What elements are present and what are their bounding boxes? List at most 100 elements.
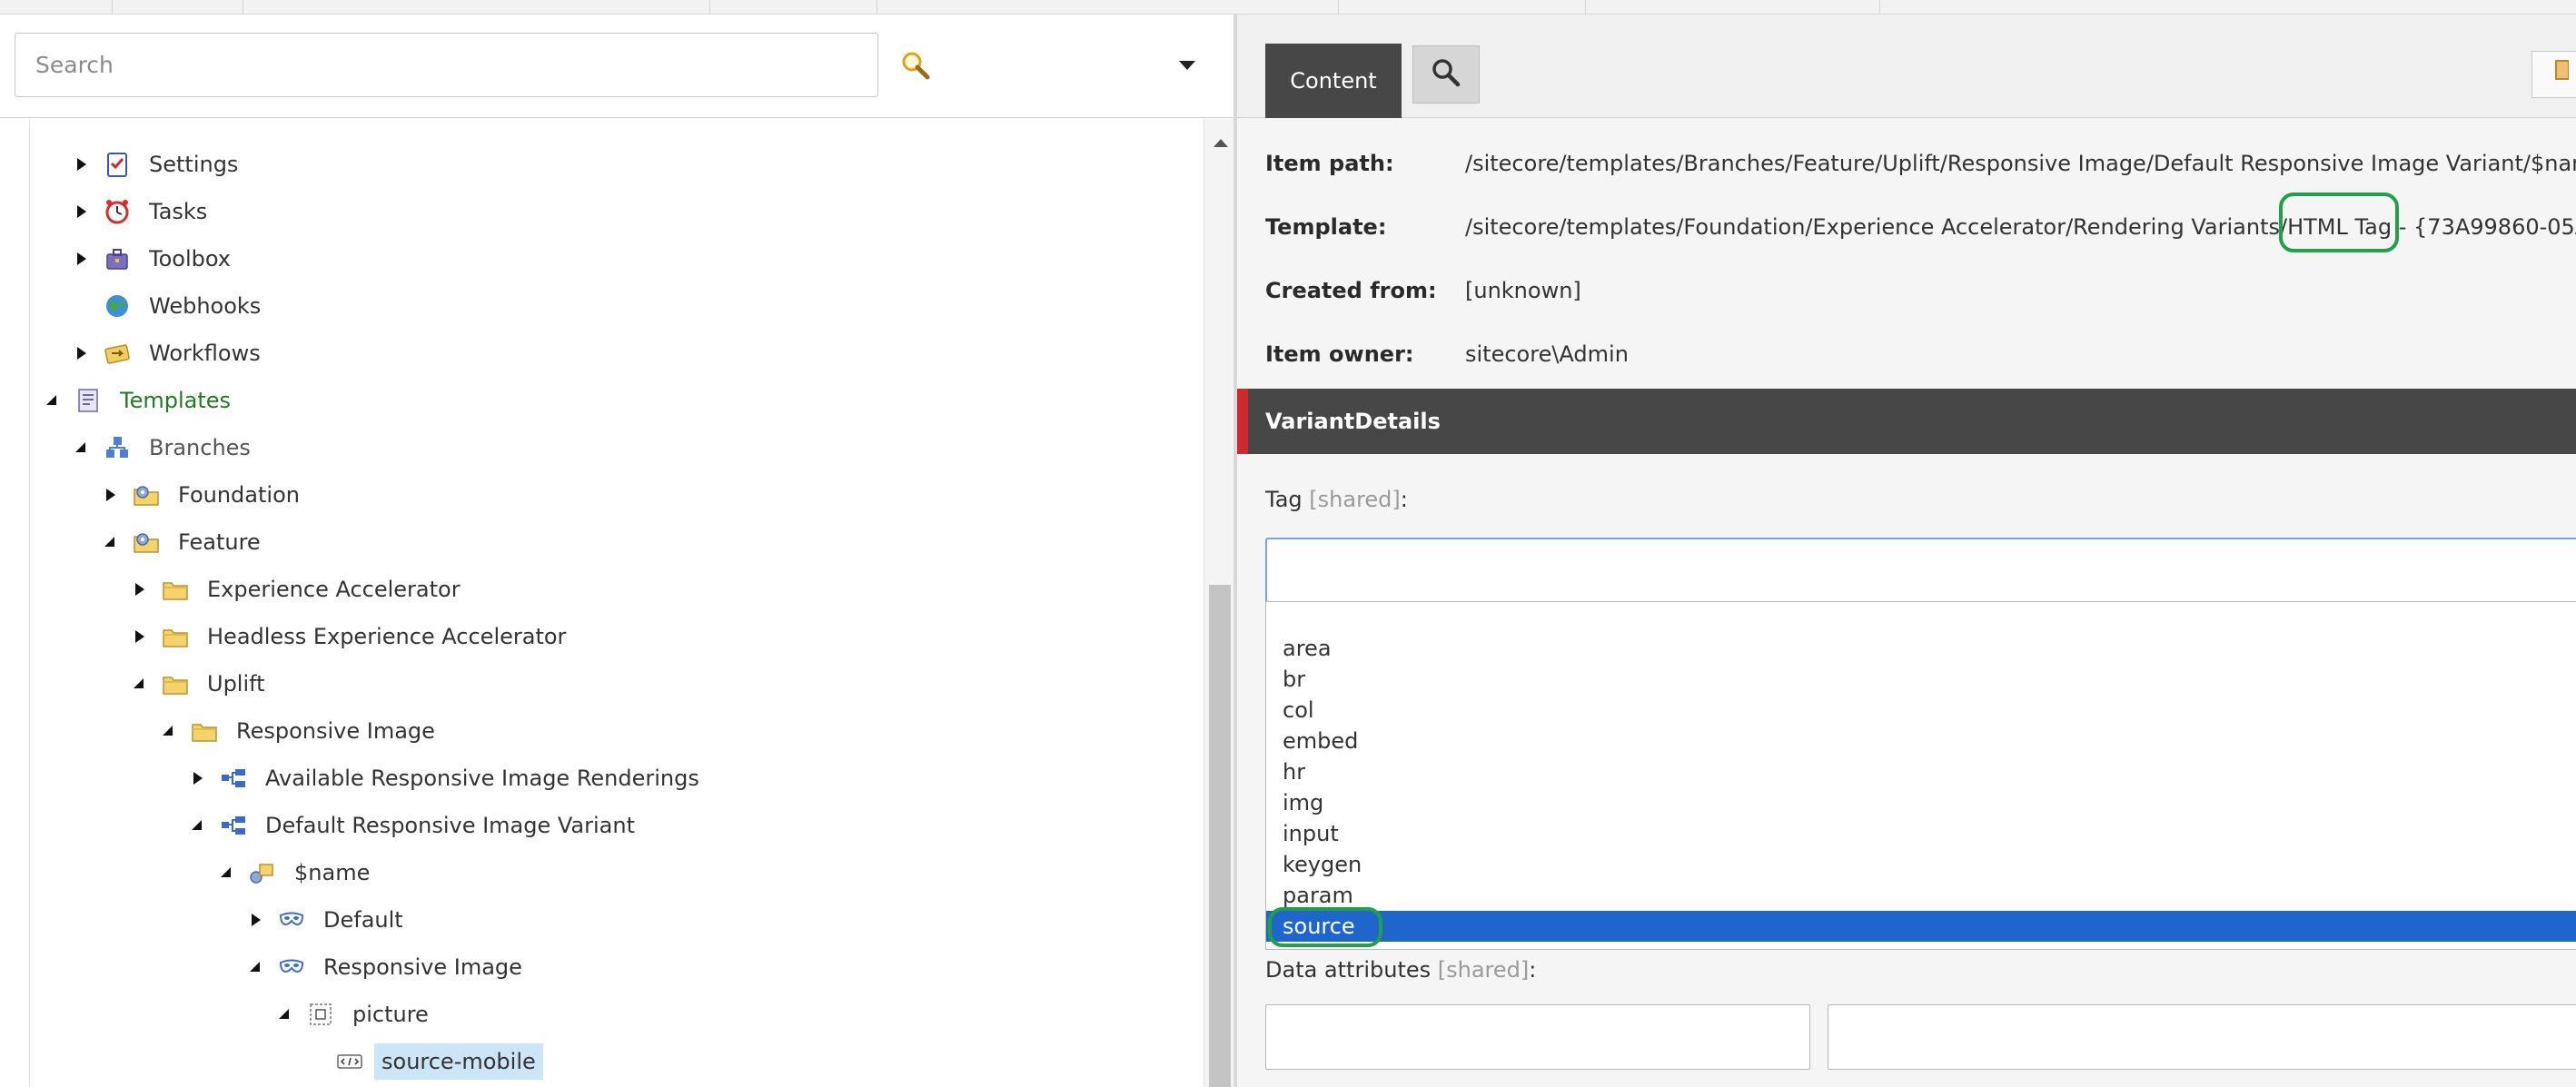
collapsed-arrow-icon[interactable] bbox=[74, 203, 87, 220]
expanded-arrow-icon[interactable] bbox=[133, 676, 145, 692]
rendering-variants-icon bbox=[220, 812, 247, 839]
variant-mask-icon bbox=[278, 954, 305, 981]
search-tab-button[interactable] bbox=[1412, 45, 1480, 104]
tree-item-label: Experience Accelerator bbox=[207, 577, 461, 602]
template-link[interactable]: HTML Tag bbox=[2279, 193, 2400, 252]
highlight-annotation bbox=[1268, 907, 1382, 947]
tag-input[interactable] bbox=[1265, 538, 2576, 603]
collapsed-arrow-icon[interactable] bbox=[104, 487, 116, 503]
tag-option[interactable]: hr bbox=[1266, 756, 2576, 787]
ribbon-tab[interactable] bbox=[113, 0, 243, 15]
data-attribute-name-input[interactable] bbox=[1265, 1004, 1810, 1070]
tag-option[interactable]: area bbox=[1266, 633, 2576, 664]
ribbon-tab[interactable] bbox=[710, 0, 877, 15]
html-element-icon bbox=[307, 1001, 334, 1028]
collapsed-arrow-icon[interactable] bbox=[191, 770, 203, 786]
tree-item-label: Branches bbox=[149, 435, 251, 460]
expanded-arrow-icon[interactable] bbox=[191, 817, 203, 834]
created-from-value: [unknown] bbox=[1465, 278, 1581, 303]
branch-template-icon bbox=[249, 859, 276, 886]
tab-content[interactable]: Content bbox=[1265, 44, 1402, 118]
toolbar-button[interactable] bbox=[2531, 51, 2576, 98]
tree-item-label: Workflows bbox=[149, 341, 261, 366]
tree-item-label: Headless Experience Accelerator bbox=[207, 624, 567, 649]
section-header-variantdetails[interactable]: VariantDetails bbox=[1237, 389, 2576, 454]
expanded-arrow-icon[interactable] bbox=[220, 865, 233, 881]
tree-item[interactable]: source-mobile bbox=[307, 1042, 543, 1082]
content-tree-panel: Settings Tasks Toolbox Webhooks Workflows Tem… bbox=[0, 15, 1234, 1087]
folder-icon bbox=[162, 576, 189, 603]
tree-item[interactable]: Default Responsive Image Variant bbox=[191, 805, 642, 845]
expanded-arrow-icon[interactable] bbox=[45, 392, 58, 409]
collapsed-arrow-icon[interactable] bbox=[74, 345, 87, 361]
expanded-arrow-icon[interactable] bbox=[162, 723, 174, 739]
expanded-arrow-icon[interactable] bbox=[74, 440, 87, 456]
tag-label-text: Tag bbox=[1265, 487, 1303, 512]
expanded-arrow-icon[interactable] bbox=[104, 534, 116, 550]
tree-item-label: Templates bbox=[120, 388, 232, 413]
tree-scrollbar[interactable] bbox=[1204, 119, 1234, 1087]
magnifier-icon bbox=[1431, 57, 1461, 92]
expanded-arrow-icon[interactable] bbox=[249, 959, 262, 975]
shared-badge: [shared] bbox=[1309, 487, 1401, 512]
tree-item[interactable]: Uplift bbox=[133, 664, 272, 704]
toolbox-icon bbox=[104, 245, 131, 272]
scroll-up-arrow-icon[interactable] bbox=[1214, 139, 1228, 147]
collapsed-arrow-icon[interactable] bbox=[133, 581, 145, 598]
search-icon[interactable] bbox=[899, 49, 932, 82]
tree-item[interactable]: Feature bbox=[104, 522, 268, 562]
collapsed-arrow-icon[interactable] bbox=[74, 156, 87, 173]
rendering-variants-icon bbox=[220, 765, 247, 792]
branches-icon bbox=[104, 434, 131, 461]
tag-option[interactable]: embed bbox=[1266, 726, 2576, 756]
tree-item[interactable]: Default bbox=[249, 900, 411, 940]
tree-item[interactable]: Responsive Image bbox=[249, 947, 530, 987]
tree-item-label: Toolbox bbox=[149, 246, 231, 272]
tree-item[interactable]: Foundation bbox=[104, 475, 307, 515]
tree-item[interactable]: Templates bbox=[45, 380, 238, 420]
tree-guide-line bbox=[29, 119, 30, 1087]
html-tag-icon bbox=[336, 1048, 363, 1075]
tree-item[interactable]: Headless Experience Accelerator bbox=[133, 617, 573, 657]
tree-item[interactable]: Branches bbox=[74, 428, 258, 468]
tree-item[interactable]: Available Responsive Image Renderings bbox=[191, 758, 707, 798]
tag-option[interactable]: input bbox=[1266, 818, 2576, 849]
tag-option[interactable]: param bbox=[1266, 880, 2576, 911]
scrollbar-thumb[interactable] bbox=[1209, 585, 1231, 1087]
ribbon-tab[interactable] bbox=[1586, 0, 1880, 15]
search-input[interactable] bbox=[15, 33, 878, 97]
ribbon-tab[interactable] bbox=[877, 0, 1339, 15]
tag-options-list[interactable]: area br col embed hr img input keygen param sourc… bbox=[1265, 601, 2576, 950]
tag-option[interactable]: source bbox=[1266, 907, 2576, 947]
content-editor-panel: Content Item path: /sitecore/templates/B… bbox=[1237, 15, 2576, 1087]
tree-item[interactable]: Experience Accelerator bbox=[133, 569, 468, 609]
tree-item[interactable]: Settings bbox=[74, 144, 245, 184]
tree-item[interactable]: Tasks bbox=[74, 192, 214, 232]
data-attributes-label: Data attributes [shared]: bbox=[1265, 957, 1536, 983]
tag-field-label: Tag [shared]: bbox=[1265, 487, 1408, 512]
tag-option-label: img bbox=[1283, 790, 1324, 815]
ribbon-tab[interactable] bbox=[1339, 0, 1586, 15]
tree-item[interactable]: Workflows bbox=[74, 333, 268, 373]
tag-option[interactable]: br bbox=[1266, 664, 2576, 695]
tag-option-label: col bbox=[1283, 697, 1314, 723]
tag-option[interactable]: col bbox=[1266, 695, 2576, 726]
tree-item[interactable]: $name bbox=[220, 853, 377, 893]
collapsed-arrow-icon[interactable] bbox=[74, 251, 87, 267]
tree-item[interactable]: Toolbox bbox=[74, 239, 238, 279]
expanded-arrow-icon[interactable] bbox=[278, 1006, 291, 1023]
chevron-down-icon[interactable] bbox=[1177, 58, 1197, 71]
tree-item-label: Responsive Image bbox=[323, 954, 522, 980]
tag-option[interactable]: img bbox=[1266, 787, 2576, 818]
tree-item[interactable]: Responsive Image bbox=[162, 711, 442, 751]
ribbon-tab[interactable] bbox=[0, 0, 113, 15]
collapsed-arrow-icon[interactable] bbox=[249, 912, 262, 928]
tag-option[interactable]: keygen bbox=[1266, 849, 2576, 880]
ribbon-tab[interactable] bbox=[243, 0, 710, 15]
item-path-label: Item path: bbox=[1265, 151, 1394, 176]
tree-item[interactable]: Webhooks bbox=[74, 286, 268, 326]
collapsed-arrow-icon[interactable] bbox=[133, 628, 145, 645]
tree-item[interactable]: picture bbox=[278, 994, 436, 1034]
data-attribute-value-input[interactable] bbox=[1828, 1004, 2576, 1070]
tree-item-label: Default bbox=[323, 907, 403, 933]
